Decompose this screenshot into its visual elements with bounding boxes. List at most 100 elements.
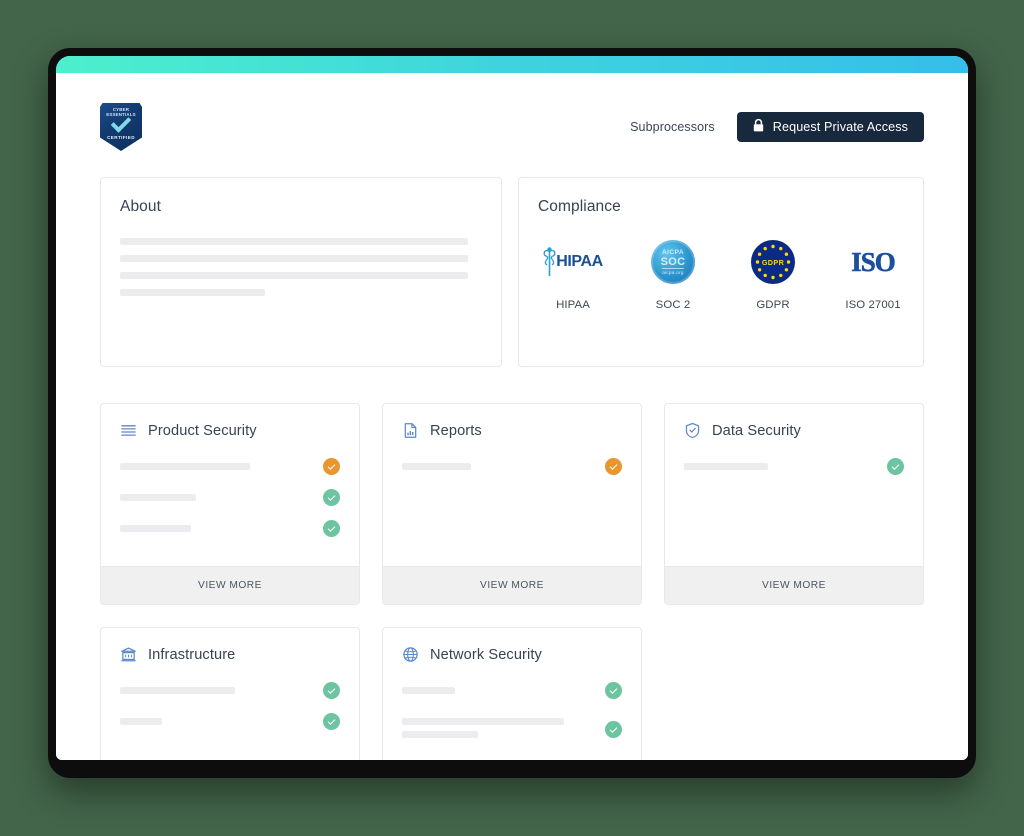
about-title: About [120,198,162,215]
skeleton-line [120,525,191,532]
browser-window: Cyber Essentials Certified Subprocessors [56,56,968,760]
status-badge-green [323,713,340,730]
feature-row [120,489,340,507]
status-badge-green [605,721,622,738]
feature-row [120,682,340,700]
grid-empty-slot [664,627,924,760]
skeleton-line [120,687,235,694]
compliance-badge-gdpr[interactable]: GDPR GDPR [742,238,804,311]
cyber-essentials-badge-icon: Cyber Essentials Certified [100,103,142,151]
skeleton-line [120,718,163,725]
lock-icon [753,118,764,135]
feature-card-data-security: Data Security VIEW MORE [664,403,924,605]
bank-building-icon [120,646,137,663]
feature-card-title: Product Security [148,422,257,439]
feature-card-grid-row-1: Product Security VIEW MORE Reports VIEW … [100,403,924,605]
feature-row [684,458,904,476]
feature-card-header: Product Security [120,422,340,439]
feature-row-lines [120,521,311,538]
feature-card-body: Data Security [665,404,923,566]
list-lines-icon [120,422,137,439]
aicpa-soc-seal-icon: AICPA SOC aicpa.org [651,238,695,286]
compliance-label-iso: ISO 27001 [845,299,901,311]
compliance-badge-iso[interactable]: ISO ISO 27001 [842,238,904,311]
soc-aicpa-label: AICPA [661,249,685,256]
feature-card-body: Infrastructure [101,628,359,760]
feature-card-title: Data Security [712,422,801,439]
compliance-label-hipaa: HIPAA [556,299,590,311]
skeleton-line [120,289,265,296]
compliance-label-soc2: SOC 2 [655,299,691,311]
compliance-badge-hipaa[interactable]: HIPAA HIPAA [542,238,604,311]
globe-icon [402,646,419,663]
feature-row [402,682,622,700]
feature-row [402,714,622,744]
skeleton-line [402,731,479,738]
compliance-badge-soc2[interactable]: AICPA SOC aicpa.org SOC 2 [642,238,704,311]
about-skeleton-lines [120,238,482,296]
feature-row-lines [684,459,875,476]
view-more-button[interactable]: VIEW MORE [665,566,923,604]
status-badge-green [323,520,340,537]
feature-row [120,713,340,731]
status-badge-orange [323,458,340,475]
feature-row [120,520,340,538]
report-document-icon [402,422,419,439]
header-actions: Subprocessors Request Private Access [630,112,924,142]
feature-card-title: Reports [430,422,482,439]
device-frame: Cyber Essentials Certified Subprocessors [48,48,976,778]
feature-card-body: Network Security [383,628,641,760]
hipaa-caduceus-icon: HIPAA [543,238,603,286]
feature-row [120,458,340,476]
feature-row-lines [402,459,593,476]
view-more-button[interactable]: VIEW MORE [101,566,359,604]
view-more-button[interactable]: VIEW MORE [383,566,641,604]
feature-card-header: Infrastructure [120,646,340,663]
feature-card-body: Reports [383,404,641,566]
feature-card-product-security: Product Security VIEW MORE [100,403,360,605]
compliance-title: Compliance [538,198,621,215]
feature-row-lines [402,683,593,700]
iso-wordmark: ISO [851,246,896,277]
badge-bottom-label: Certified [107,135,135,140]
feature-row-lines [120,459,311,476]
feature-card-grid-row-2: Infrastructure Network Security [100,627,924,760]
feature-row-lines [402,714,593,744]
skeleton-line [402,687,456,694]
status-badge-orange [605,458,622,475]
skeleton-line [120,238,468,245]
gdpr-eu-stars-icon: GDPR [751,238,795,286]
skeleton-line [120,494,197,501]
feature-row-lines [120,714,311,731]
feature-card-title: Infrastructure [148,646,236,663]
feature-card-network-security: Network Security [382,627,642,760]
compliance-label-gdpr: GDPR [756,299,790,311]
page-body: Cyber Essentials Certified Subprocessors [56,73,968,760]
nav-link-subprocessors[interactable]: Subprocessors [630,120,715,134]
accent-gradient-bar [56,56,968,73]
feature-card-header: Data Security [684,422,904,439]
shield-check-icon [684,422,701,439]
skeleton-line [120,463,250,470]
iso-wordmark-icon: ISO [851,238,896,286]
feature-card-reports: Reports VIEW MORE [382,403,642,605]
status-badge-green [323,682,340,699]
request-private-access-button[interactable]: Request Private Access [736,112,924,142]
status-badge-green [323,489,340,506]
skeleton-line [120,272,468,279]
soc-main-label: SOC [660,256,686,268]
feature-row [402,458,622,476]
status-badge-green [887,458,904,475]
top-panels-row: About Compliance HIPAA HIPAA AICPA SOC a… [100,177,924,367]
hipaa-wordmark: HIPAA [556,253,603,270]
badge-shield-shape: Cyber Essentials Certified [100,103,142,151]
site-header: Cyber Essentials Certified Subprocessors [100,99,924,155]
feature-card-header: Reports [402,422,622,439]
skeleton-line [402,718,565,725]
feature-row-lines [120,683,311,700]
feature-card-header: Network Security [402,646,622,663]
request-private-access-label: Request Private Access [772,120,908,134]
skeleton-line [402,463,471,470]
soc-sub-label: aicpa.org [662,268,684,275]
skeleton-line [120,255,468,262]
